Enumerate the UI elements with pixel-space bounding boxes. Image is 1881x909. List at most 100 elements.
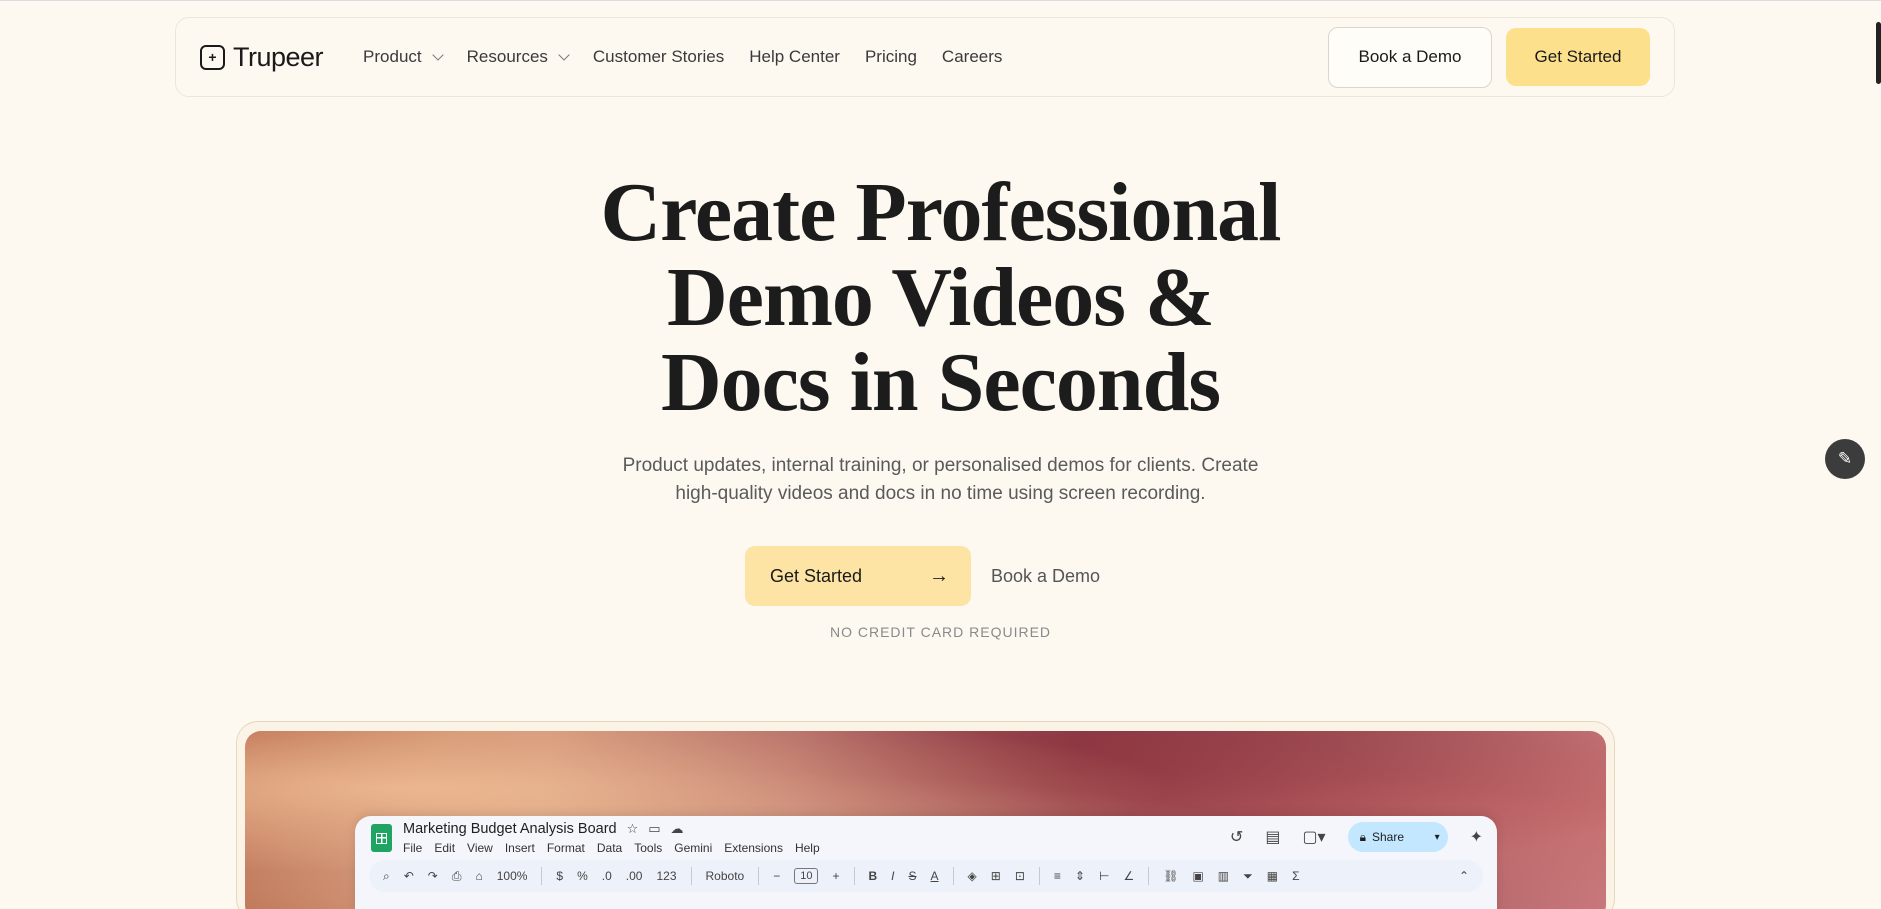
- sheet-toolbar: ⌕ ↶ ↷ ⎙ ⌂ 100% $ % .0 .00 123 Roboto − 1…: [369, 860, 1483, 892]
- pencil-icon[interactable]: ✎: [1825, 439, 1865, 479]
- nav-resources[interactable]: Resources: [466, 47, 570, 67]
- filter-icon[interactable]: ⏷: [1243, 869, 1253, 884]
- text-color-button[interactable]: A: [931, 869, 939, 883]
- divider: [952, 867, 954, 885]
- menu-view[interactable]: View: [467, 841, 493, 855]
- nav-help-center[interactable]: Help Center: [749, 47, 840, 67]
- search-icon[interactable]: ⌕: [383, 869, 390, 884]
- nav-pricing[interactable]: Pricing: [865, 47, 917, 67]
- print-icon[interactable]: ⎙: [452, 869, 462, 884]
- gemini-sparkle-icon[interactable]: ✦: [1470, 827, 1483, 847]
- collapse-toolbar-icon[interactable]: ⌃: [1459, 869, 1469, 883]
- bold-button[interactable]: B: [869, 869, 878, 883]
- hero-title: Create Professional Demo Videos & Docs i…: [0, 170, 1881, 425]
- increase-decimal-button[interactable]: .00: [626, 869, 643, 883]
- menu-help[interactable]: Help: [795, 841, 820, 855]
- star-icon[interactable]: ☆: [627, 821, 639, 837]
- doc-title[interactable]: Marketing Budget Analysis Board: [403, 821, 617, 837]
- top-border: [0, 0, 1881, 1]
- text-rotation-icon[interactable]: ∠: [1123, 869, 1134, 883]
- text-wrap-icon[interactable]: ⊢: [1099, 869, 1109, 883]
- doc-title-row: Marketing Budget Analysis Board ☆ ▭ ☁: [403, 821, 684, 837]
- menu-data[interactable]: Data: [597, 841, 622, 855]
- divider: [690, 867, 692, 885]
- sheet-header-actions: ↺ ▤ ▢▾ 🔒︎ Share ▾ ✦: [1230, 822, 1483, 852]
- no-credit-card-note: NO CREDIT CARD REQUIRED: [829, 624, 1052, 640]
- minus-icon[interactable]: −: [773, 869, 780, 883]
- cloud-icon: ☁: [670, 821, 684, 836]
- currency-format-button[interactable]: $: [556, 869, 563, 883]
- nav-careers[interactable]: Careers: [942, 47, 1002, 67]
- folder-icon[interactable]: ▭: [648, 821, 660, 837]
- divider: [541, 867, 543, 885]
- logo[interactable]: + Trupeer: [200, 41, 324, 73]
- menu-gemini[interactable]: Gemini: [674, 841, 712, 855]
- redo-icon[interactable]: ↷: [428, 869, 438, 883]
- divider: [1148, 867, 1150, 885]
- nav-product-label: Product: [363, 47, 422, 66]
- divider: [853, 867, 855, 885]
- history-icon[interactable]: ↺: [1230, 827, 1243, 847]
- menu-file[interactable]: File: [403, 841, 422, 855]
- number-format-button[interactable]: 123: [656, 869, 676, 883]
- scrollbar-handle[interactable]: [1876, 22, 1881, 84]
- chevron-down-icon[interactable]: ▾: [1435, 832, 1440, 843]
- zoom-select[interactable]: 100%: [497, 869, 528, 883]
- divider: [758, 867, 760, 885]
- trupeer-logo-icon: +: [200, 44, 225, 70]
- video-call-icon[interactable]: ▢▾: [1302, 827, 1325, 847]
- hero-title-line: Demo Videos &: [667, 251, 1215, 344]
- lock-icon: 🔒︎: [1359, 829, 1366, 844]
- share-label: Share: [1371, 830, 1405, 844]
- nav-product[interactable]: Product: [363, 47, 444, 67]
- plus-icon[interactable]: +: [832, 869, 839, 883]
- comment-icon[interactable]: ▤: [1265, 827, 1280, 847]
- sheets-logo-icon: [371, 824, 392, 852]
- italic-button[interactable]: I: [891, 869, 894, 883]
- menu-edit[interactable]: Edit: [434, 841, 455, 855]
- nav-links: Product Resources Customer Stories Help …: [363, 47, 1002, 67]
- nav-resources-label: Resources: [466, 47, 548, 66]
- vertical-align-icon[interactable]: ⇕: [1075, 869, 1085, 883]
- chevron-down-icon: [558, 48, 570, 61]
- merge-cells-icon[interactable]: ⊡: [1015, 869, 1025, 883]
- percent-format-button[interactable]: %: [577, 869, 588, 883]
- filter-views-icon[interactable]: ▦: [1267, 869, 1278, 883]
- decrease-decimal-button[interactable]: .0: [602, 869, 612, 883]
- hero-subtitle-line: Product updates, internal training, or p…: [622, 455, 1259, 476]
- navbar: + Trupeer Product Resources Customer Sto…: [175, 17, 1675, 97]
- strikethrough-button[interactable]: S: [909, 869, 917, 883]
- nav-customer-stories[interactable]: Customer Stories: [593, 47, 724, 67]
- undo-icon[interactable]: ↶: [404, 869, 414, 883]
- hero-get-started-button[interactable]: Get Started →: [745, 546, 971, 606]
- font-select[interactable]: Roboto: [706, 869, 745, 883]
- fill-color-icon[interactable]: ◈: [968, 869, 977, 883]
- paint-format-icon[interactable]: ⌂: [475, 869, 482, 883]
- cta-row: Get Started → Book a Demo: [745, 546, 1100, 606]
- link-icon[interactable]: ⛓: [1163, 869, 1178, 883]
- nav-actions: Book a Demo Get Started: [1328, 26, 1650, 88]
- hero-subtitle-line: high-quality videos and docs in no time …: [675, 483, 1206, 504]
- hero-title-line: Create Professional: [600, 166, 1281, 259]
- book-demo-button[interactable]: Book a Demo: [1328, 26, 1492, 88]
- hero-book-demo-link[interactable]: Book a Demo: [991, 566, 1100, 587]
- insert-comment-icon[interactable]: ▣: [1192, 869, 1203, 883]
- chevron-down-icon: [431, 48, 444, 61]
- menu-extensions[interactable]: Extensions: [724, 841, 783, 855]
- menu-format[interactable]: Format: [547, 841, 585, 855]
- menu-bar: File Edit View Insert Format Data Tools …: [403, 841, 820, 855]
- hero-get-started-label: Get Started: [770, 565, 863, 586]
- menu-insert[interactable]: Insert: [505, 841, 535, 855]
- borders-icon[interactable]: ⊞: [991, 869, 1001, 883]
- functions-button[interactable]: Σ: [1292, 869, 1299, 883]
- font-size-input[interactable]: 10: [794, 868, 819, 884]
- align-icon[interactable]: ≡: [1054, 869, 1061, 883]
- insert-chart-icon[interactable]: ▥: [1218, 869, 1229, 883]
- share-button[interactable]: 🔒︎ Share ▾: [1347, 822, 1448, 852]
- get-started-button[interactable]: Get Started: [1506, 27, 1650, 86]
- logo-text: Trupeer: [233, 41, 324, 72]
- hero-subtitle: Product updates, internal training, or p…: [0, 452, 1881, 508]
- arrow-right-icon: →: [929, 564, 949, 587]
- menu-tools[interactable]: Tools: [634, 841, 662, 855]
- divider: [1038, 867, 1040, 885]
